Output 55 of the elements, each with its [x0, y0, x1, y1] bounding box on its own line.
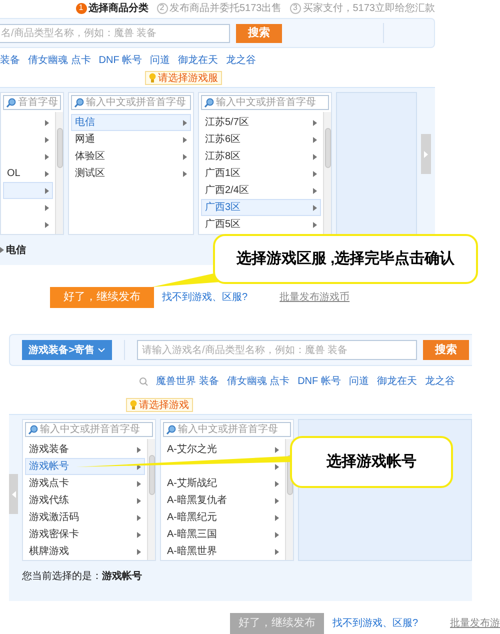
step-indicator: 3 买家支付，5173立即给您汇款: [290, 0, 435, 16]
list-item[interactable]: A-艾斯战纪: [163, 475, 283, 492]
hint-tooltip: 请选择游戏服: [145, 71, 222, 85]
list-item[interactable]: 江苏8区: [201, 148, 321, 165]
hot-search-link[interactable]: DNF 帐号: [298, 374, 341, 388]
list-item[interactable]: 江苏6区: [201, 131, 321, 148]
hot-search-link[interactable]: 龙之谷: [226, 52, 256, 68]
hot-search-link[interactable]: 倩女幽魂 点卡: [226, 374, 290, 388]
search-field[interactable]: 名/商品类型名称，例如：魔兽 装备: [0, 24, 230, 42]
list-item[interactable]: 游戏代练: [25, 492, 145, 509]
category-dropdown[interactable]: 游戏装备>寄售: [22, 340, 112, 360]
hot-search-link[interactable]: 御龙在天: [376, 374, 417, 388]
list-item[interactable]: OL: [3, 165, 53, 182]
list-item[interactable]: 测试区: [71, 165, 191, 182]
list-item[interactable]: A-艾尔之光: [163, 441, 283, 458]
list-item[interactable]: 游戏激活码: [25, 509, 145, 526]
missing-game-link[interactable]: 找不到游戏、区服?: [332, 616, 418, 631]
search-button[interactable]: 搜索: [236, 24, 282, 42]
list-item[interactable]: 广西1区: [201, 165, 321, 182]
hot-search-link[interactable]: 问道: [150, 52, 170, 68]
list-item[interactable]: 游戏密保卡: [25, 526, 145, 543]
bulk-publish-link[interactable]: 批量发布游: [450, 616, 500, 631]
list-item[interactable]: A-暗黑三国: [163, 526, 283, 543]
list-item[interactable]: 广西3区: [201, 199, 321, 216]
list-item[interactable]: 网通: [71, 131, 191, 148]
list-item[interactable]: A-暗黑复仇者: [163, 492, 283, 509]
step-indicator: 2 发布商品并委托5173出售: [156, 0, 282, 16]
search-field[interactable]: 请输入游戏名/商品类型名称，例如：魔兽 装备: [137, 340, 417, 360]
current-selection: 您当前选择的是：游戏帐号: [22, 570, 142, 584]
bulk-publish-link[interactable]: 批量发布游戏币: [280, 290, 350, 305]
hot-search-link[interactable]: 装备: [0, 52, 20, 68]
current-selection: 电信: [6, 244, 26, 258]
hint-tooltip: 请选择游戏: [126, 398, 193, 412]
list-item[interactable]: 游戏点卡: [25, 475, 145, 492]
hot-search-link[interactable]: 龙之谷: [424, 374, 455, 388]
list-item[interactable]: 游戏装备: [25, 441, 145, 458]
hot-search-link[interactable]: DNF 帐号: [98, 52, 142, 68]
hot-search-link[interactable]: 倩女幽魂 点卡: [28, 52, 91, 68]
list-item[interactable]: 电信: [71, 114, 191, 131]
list-item[interactable]: 江苏5/7区: [201, 114, 321, 131]
callout-tooltip: 选择游戏帐号: [290, 436, 453, 488]
search-button[interactable]: 搜索: [423, 340, 469, 360]
callout-tooltip: 选择游戏区服 ,选择完毕点击确认: [213, 234, 478, 284]
step-indicator: 1 选择商品分类: [76, 0, 148, 16]
list-item[interactable]: 游戏帐号: [25, 458, 145, 475]
list-item[interactable]: 体验区: [71, 148, 191, 165]
list-item[interactable]: A-暗黑世界: [163, 543, 283, 560]
missing-game-link[interactable]: 找不到游戏、区服?: [162, 290, 248, 305]
hot-search-link[interactable]: 问道: [348, 374, 369, 388]
list-item[interactable]: 棋牌游戏: [25, 543, 145, 560]
hot-search-link[interactable]: 御龙在天: [178, 52, 218, 68]
hot-search-link[interactable]: 魔兽世界 装备: [156, 374, 219, 388]
list-item[interactable]: A-暗黑纪元: [163, 509, 283, 526]
list-item[interactable]: 广西2/4区: [201, 182, 321, 199]
list-item[interactable]: 广西5区: [201, 216, 321, 233]
